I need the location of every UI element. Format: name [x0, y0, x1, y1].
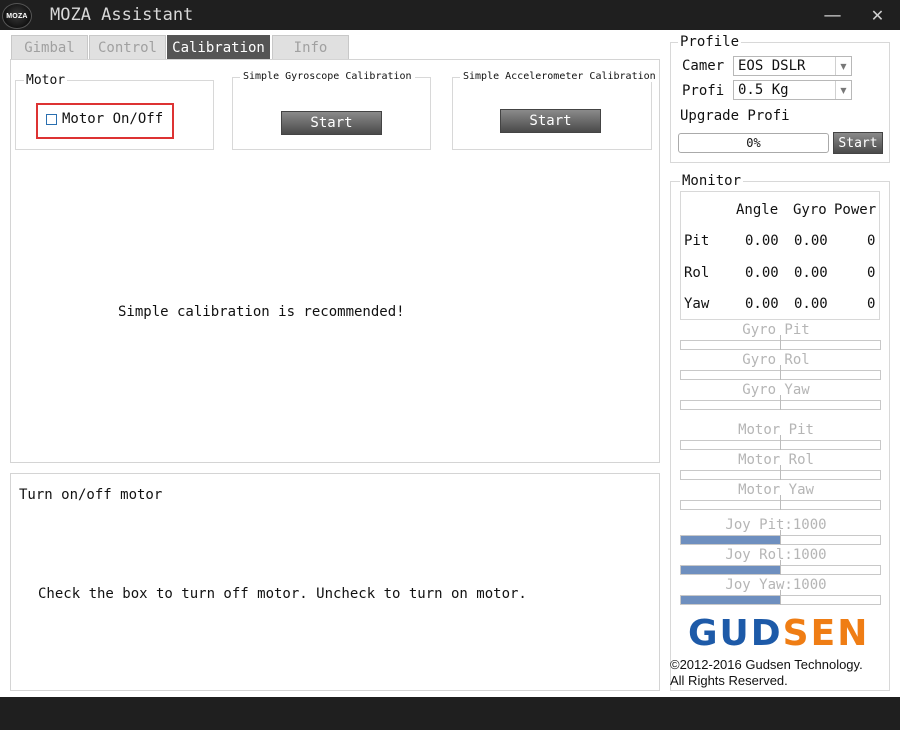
camera-label: Camer — [682, 58, 725, 74]
motor-yaw-bar-label: Motor Yaw — [738, 482, 814, 498]
tab-info[interactable]: Info — [272, 35, 349, 59]
motor-pit-bar-label: Motor Pit — [738, 422, 814, 438]
upgrade-progress-text: 0% — [746, 136, 761, 150]
monitor-cell: 0.00 — [794, 265, 828, 281]
monitor-cell: 0 — [867, 265, 876, 281]
gudsen-logo: GUDSEN — [688, 614, 869, 654]
gyro-rol-bar-label: Gyro Rol — [742, 352, 810, 368]
accel-calibration-title: Simple Accelerometer Calibration — [460, 71, 656, 82]
gyro-pit-bar — [680, 335, 881, 350]
monitor-header-angle: Angle — [736, 202, 779, 218]
gyro-calibration-title: Simple Gyroscope Calibration — [240, 71, 415, 82]
joy-rol-bar — [680, 560, 881, 575]
camera-select[interactable]: EOS DSLR ▼ — [733, 56, 852, 76]
tab-gimbal[interactable]: Gimbal — [11, 35, 88, 59]
copyright-notice: ©2012-2016 Gudsen Technology. All Rights… — [670, 657, 863, 689]
minimize-button[interactable]: — — [810, 0, 855, 30]
logo-part-gud: GUD — [688, 613, 783, 654]
accel-start-button[interactable]: Start — [500, 109, 601, 133]
close-button[interactable]: ✕ — [855, 0, 900, 30]
motor-group-title: Motor — [24, 73, 68, 88]
app-logo-icon: MOZA — [2, 3, 32, 29]
motor-rol-bar — [680, 465, 881, 480]
monitor-header-power: Power — [834, 202, 877, 218]
upgrade-profile-label: Upgrade Profi — [680, 108, 790, 124]
gyro-start-button[interactable]: Start — [281, 111, 382, 135]
profile-label: Profi — [682, 83, 725, 99]
motor-rol-bar-label: Motor Rol — [738, 452, 814, 468]
monitor-cell: 0 — [867, 296, 876, 312]
window-title: MOZA Assistant — [50, 5, 194, 25]
joy-yaw-bar-label: Joy Yaw:1000 — [725, 577, 827, 593]
monitor-cell: 0.00 — [745, 233, 779, 249]
gyro-yaw-bar-label: Gyro Yaw — [742, 382, 810, 398]
tab-control[interactable]: Control — [89, 35, 166, 59]
gyro-yaw-bar — [680, 395, 881, 410]
motor-checkbox-label[interactable]: Motor On/Off — [62, 111, 163, 127]
help-panel — [10, 473, 660, 691]
profile-group-title: Profile — [678, 34, 742, 50]
joy-pit-bar-label: Joy Pit:1000 — [725, 517, 827, 533]
profile-select-value: 0.5 Kg — [738, 82, 789, 98]
monitor-group-title: Monitor — [680, 173, 744, 189]
motor-checkbox-highlight: Motor On/Off — [36, 103, 174, 139]
monitor-cell: 0.00 — [745, 296, 779, 312]
monitor-row-label: Pit — [684, 233, 710, 249]
motor-yaw-bar — [680, 495, 881, 510]
calibration-message: Simple calibration is recommended! — [118, 304, 405, 320]
chevron-down-icon: ▼ — [835, 57, 851, 75]
monitor-row-label: Yaw — [684, 296, 710, 312]
joy-yaw-bar — [680, 590, 881, 605]
monitor-header-gyro: Gyro — [793, 202, 827, 218]
status-bar — [0, 697, 900, 730]
monitor-cell: 0.00 — [745, 265, 779, 281]
help-text: Check the box to turn off motor. Uncheck… — [38, 586, 527, 602]
gyro-pit-bar-label: Gyro Pit — [742, 322, 810, 338]
chevron-down-icon: ▼ — [835, 81, 851, 99]
gyro-rol-bar — [680, 365, 881, 380]
logo-part-sen: SEN — [782, 613, 870, 654]
profile-select[interactable]: 0.5 Kg ▼ — [733, 80, 852, 100]
motor-pit-bar — [680, 435, 881, 450]
joy-pit-bar — [680, 530, 881, 545]
tab-calibration[interactable]: Calibration — [167, 35, 270, 59]
upgrade-progress-bar: 0% — [678, 133, 829, 153]
joy-rol-bar-label: Joy Rol:1000 — [725, 547, 827, 563]
monitor-row-label: Rol — [684, 265, 710, 281]
upgrade-start-button[interactable]: Start — [833, 132, 883, 154]
monitor-cell: 0.00 — [794, 296, 828, 312]
motor-checkbox[interactable] — [46, 114, 57, 125]
help-title: Turn on/off motor — [19, 487, 163, 503]
monitor-cell: 0 — [867, 233, 876, 249]
copyright-line-2: All Rights Reserved. — [670, 673, 788, 688]
monitor-cell: 0.00 — [794, 233, 828, 249]
copyright-line-1: ©2012-2016 Gudsen Technology. — [670, 657, 863, 672]
camera-select-value: EOS DSLR — [738, 58, 806, 74]
